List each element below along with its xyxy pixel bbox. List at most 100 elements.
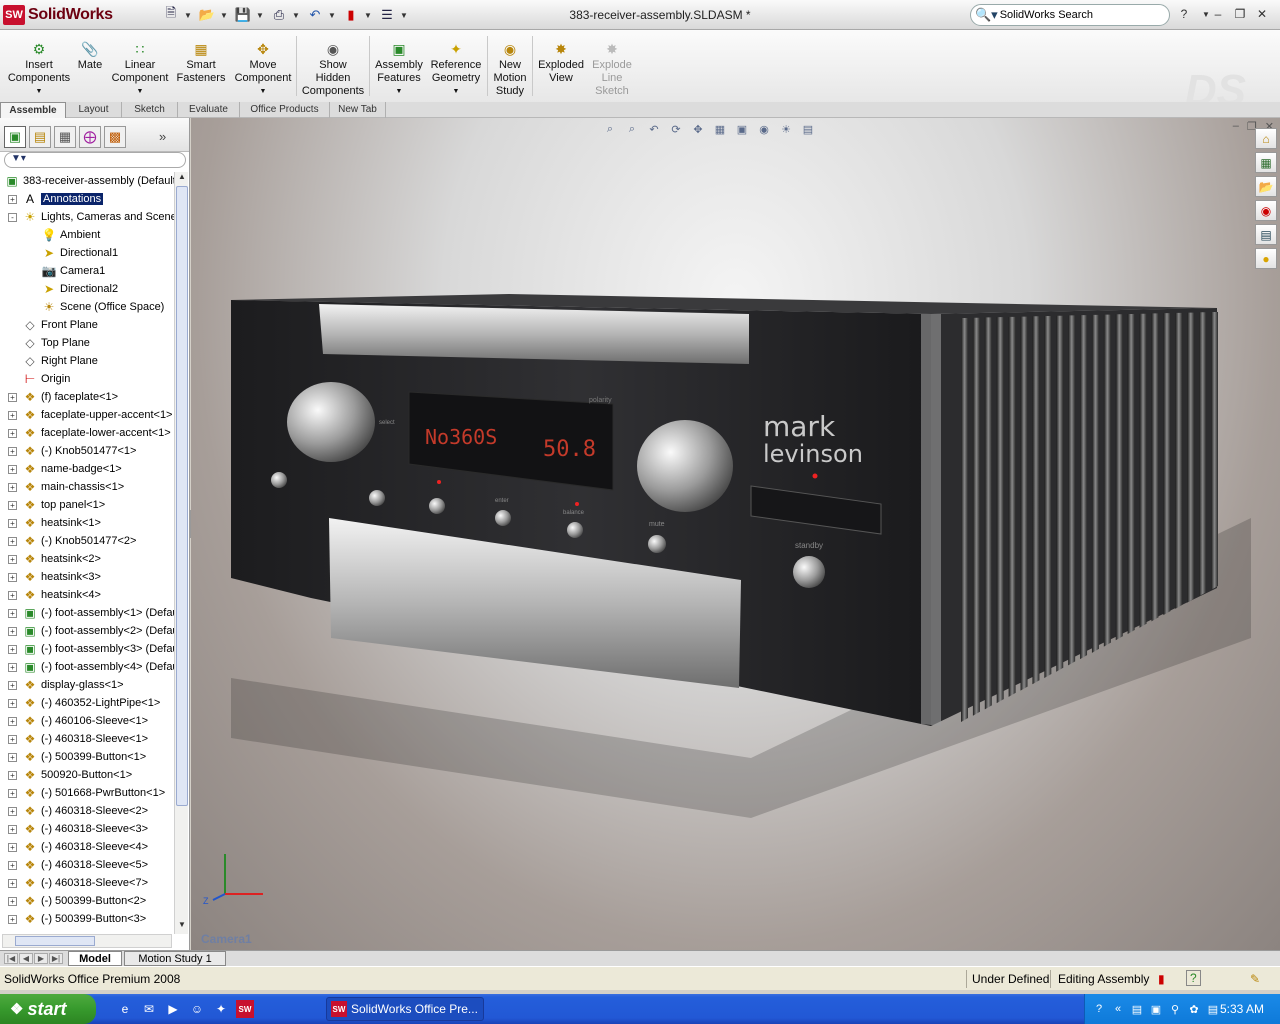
internet-explorer-icon[interactable]: e: [116, 1000, 134, 1018]
tab-new-tab[interactable]: New Tab: [330, 102, 386, 118]
restore-icon[interactable]: ❐: [1232, 6, 1248, 22]
expand-icon[interactable]: +: [8, 554, 17, 564]
chevron-down-icon[interactable]: ▼: [400, 5, 410, 25]
scroll-down-icon[interactable]: ▼: [176, 920, 188, 932]
expand-icon[interactable]: +: [8, 446, 17, 456]
tree-item[interactable]: + ❖ (-) Knob501477<1>: [0, 442, 174, 460]
tree-item[interactable]: + ❖ heatsink<4>: [0, 586, 174, 604]
tree-item[interactable]: + ❖ (-) 460352-LightPipe<1>: [0, 694, 174, 712]
expand-icon[interactable]: +: [8, 716, 17, 726]
display-manager-tab-icon[interactable]: ▩: [104, 126, 126, 148]
expand-icon[interactable]: +: [8, 572, 17, 582]
expand-icon[interactable]: +: [8, 914, 17, 924]
tree-item[interactable]: + ❖ (-) 460318-Sleeve<7>: [0, 874, 174, 892]
last-tab-icon[interactable]: ▶|: [49, 953, 63, 964]
tree-item[interactable]: - ☀ Lights, Cameras and Scene: [0, 208, 174, 226]
help-icon[interactable]: ?: [1186, 970, 1201, 986]
monitor-icon[interactable]: ▣: [1148, 1001, 1164, 1017]
search-icon[interactable]: ⚲: [1167, 1001, 1183, 1017]
expand-icon[interactable]: +: [8, 410, 17, 420]
options-icon[interactable]: ☰: [376, 5, 398, 25]
tab-layout[interactable]: Layout: [66, 102, 122, 118]
tree-item[interactable]: + ▣ (-) foot-assembly<2> (Default): [0, 622, 174, 640]
reference-geometry-button[interactable]: ✦ Reference Geometry ▼: [428, 34, 484, 98]
chevron-down-icon[interactable]: ▼: [232, 85, 294, 98]
edrawings-icon[interactable]: ✦: [212, 1000, 230, 1018]
expand-icon[interactable]: +: [8, 194, 17, 204]
expand-icon[interactable]: +: [8, 464, 17, 474]
open-icon[interactable]: 📂: [196, 5, 218, 25]
tab-model[interactable]: Model: [68, 951, 122, 966]
chevron-down-icon[interactable]: ▼: [184, 5, 194, 25]
tree-item[interactable]: ⊢ Origin: [0, 370, 174, 388]
tree-item[interactable]: + ❖ (-) 460318-Sleeve<1>: [0, 730, 174, 748]
expand-icon[interactable]: +: [8, 860, 17, 870]
taskbar-item-solidworks[interactable]: SW SolidWorks Office Pre...: [326, 997, 484, 1021]
print-icon[interactable]: ⎙: [268, 5, 290, 25]
tree-vertical-scrollbar[interactable]: ▲ ▼: [174, 172, 188, 934]
tree-item[interactable]: ☀ Scene (Office Space): [0, 298, 174, 316]
expand-icon[interactable]: +: [8, 842, 17, 852]
tree-item[interactable]: + ❖ (-) 460318-Sleeve<4>: [0, 838, 174, 856]
expand-icon[interactable]: +: [8, 626, 17, 636]
tree-item[interactable]: + ❖ (-) 500399-Button<3>: [0, 910, 174, 928]
tab-sketch[interactable]: Sketch: [122, 102, 178, 118]
save-icon[interactable]: 💾: [232, 5, 254, 25]
tree-item[interactable]: + ❖ 500920-Button<1>: [0, 766, 174, 784]
minimize-icon[interactable]: –: [1210, 6, 1226, 22]
smart-fasteners-button[interactable]: ▦ Smart Fasteners: [174, 34, 228, 85]
more-tabs-icon[interactable]: »: [159, 126, 166, 151]
tree-item[interactable]: + ❖ (-) 460318-Sleeve<2>: [0, 802, 174, 820]
expand-icon[interactable]: +: [8, 824, 17, 834]
chevron-down-icon[interactable]: ▼: [292, 5, 302, 25]
messenger-icon[interactable]: ☺: [188, 1000, 206, 1018]
exploded-view-button[interactable]: ✸ Exploded View: [536, 34, 586, 85]
tree-item[interactable]: + ❖ faceplate-lower-accent<1>: [0, 424, 174, 442]
tree-item[interactable]: 💡 Ambient: [0, 226, 174, 244]
expand-icon[interactable]: +: [8, 806, 17, 816]
tree-item[interactable]: + ❖ (-) 460318-Sleeve<5>: [0, 856, 174, 874]
expand-tray-icon[interactable]: «: [1110, 1001, 1126, 1017]
expand-icon[interactable]: +: [8, 518, 17, 528]
chevron-down-icon[interactable]: ▼: [220, 5, 230, 25]
tree-item[interactable]: + ▣ (-) foot-assembly<3> (Default): [0, 640, 174, 658]
tree-item[interactable]: + ▣ (-) foot-assembly<1> (Default): [0, 604, 174, 622]
tree-item[interactable]: ➤ Directional1: [0, 244, 174, 262]
tree-item[interactable]: + ❖ (-) 501668-PwrButton<1>: [0, 784, 174, 802]
search-input[interactable]: 🔍▾ SolidWorks Search: [970, 4, 1170, 26]
expand-icon[interactable]: +: [8, 482, 17, 492]
expand-icon[interactable]: +: [8, 680, 17, 690]
close-icon[interactable]: ✕: [1254, 6, 1270, 22]
next-tab-icon[interactable]: ▶: [34, 953, 48, 964]
expand-icon[interactable]: +: [8, 662, 17, 672]
collapse-icon[interactable]: -: [8, 212, 17, 222]
expand-icon[interactable]: +: [8, 788, 17, 798]
tab-office-products[interactable]: Office Products: [240, 102, 330, 118]
display-icon[interactable]: ▤: [1205, 1001, 1221, 1017]
tree-item[interactable]: + ❖ (-) 500399-Button<1>: [0, 748, 174, 766]
tree-filter[interactable]: ▼▾: [4, 152, 186, 168]
scroll-thumb[interactable]: [176, 186, 188, 806]
expand-icon[interactable]: +: [8, 590, 17, 600]
assembly-features-button[interactable]: ▣ Assembly Features ▼: [372, 34, 426, 98]
tree-item[interactable]: + ❖ main-chassis<1>: [0, 478, 174, 496]
quick-tips-icon[interactable]: ✎: [1250, 972, 1260, 986]
feature-manager-tab-icon[interactable]: ▣: [4, 126, 26, 148]
rebuild-icon[interactable]: ▮: [340, 5, 362, 25]
chevron-down-icon[interactable]: ▼: [256, 5, 266, 25]
scroll-up-icon[interactable]: ▲: [176, 172, 188, 184]
expand-icon[interactable]: +: [8, 698, 17, 708]
expand-icon[interactable]: +: [8, 734, 17, 744]
expand-icon[interactable]: +: [8, 770, 17, 780]
tree-item[interactable]: ◇ Right Plane: [0, 352, 174, 370]
tree-item[interactable]: + ❖ (-) 460106-Sleeve<1>: [0, 712, 174, 730]
tree-item[interactable]: + ❖ name-badge<1>: [0, 460, 174, 478]
linear-component-button[interactable]: ∷ Linear Component ▼: [110, 34, 170, 98]
help-icon[interactable]: ?: [1176, 6, 1192, 22]
dimxpert-tab-icon[interactable]: ⨁: [79, 126, 101, 148]
mate-button[interactable]: 📎 Mate: [74, 34, 106, 72]
tree-item[interactable]: + A Annotations: [0, 190, 174, 208]
tree-item[interactable]: + ❖ heatsink<3>: [0, 568, 174, 586]
chevron-down-icon[interactable]: ▼: [6, 85, 72, 98]
chevron-down-icon[interactable]: ▼: [372, 85, 426, 98]
